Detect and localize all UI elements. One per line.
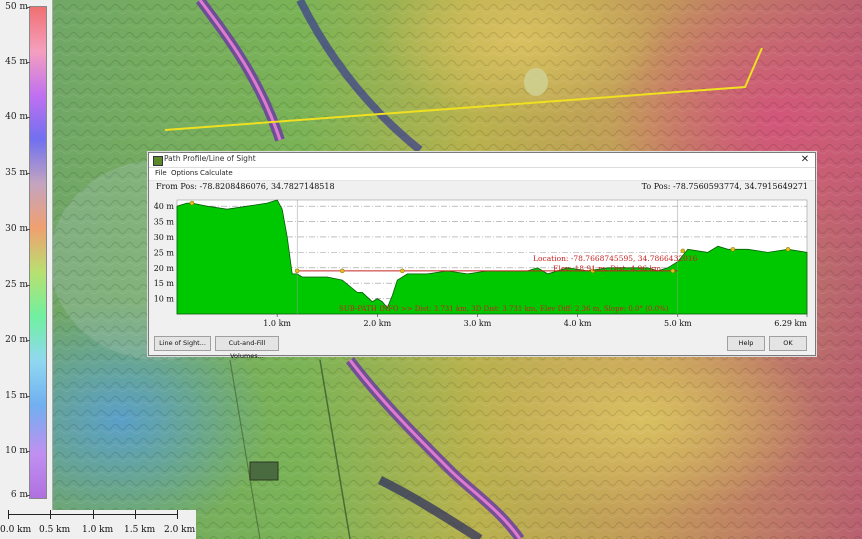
path-vertex-marker[interactable] [294, 268, 300, 274]
y-tick-label: 10 m [154, 295, 175, 304]
legend-label: 35 m [5, 168, 28, 178]
scale-label: 1.5 km [124, 525, 156, 535]
x-tick-label: 2.0 km [363, 319, 391, 328]
elevation-legend: 50 m 45 m 40 m 35 m 30 m 25 m 20 m 15 m … [0, 0, 53, 510]
x-tick-label: 5.0 km [664, 319, 692, 328]
path-vertex-marker[interactable] [340, 268, 345, 274]
legend-label: 6 m [10, 490, 28, 500]
legend-label: 45 m [5, 57, 28, 67]
x-tick-label: 6.29 km [774, 319, 807, 328]
path-vertex-marker[interactable] [730, 247, 736, 252]
menu-options[interactable]: Options [171, 169, 198, 177]
legend-label: 40 m [5, 112, 28, 122]
menu-file[interactable]: File [155, 169, 167, 177]
path-vertex-marker[interactable] [680, 248, 686, 254]
legend-label: 20 m [5, 335, 28, 345]
scale-label: 0.0 km [0, 525, 32, 535]
scale-label: 0.5 km [39, 525, 71, 535]
scale-label: 1.0 km [82, 525, 114, 535]
y-tick-label: 35 m [154, 218, 175, 227]
path-vertex-marker[interactable] [400, 268, 405, 274]
elevation-profile-chart[interactable]: 10 m 15 m 20 m 25 m 30 m 35 m 40 m 1.0 km 2.0 k… [149, 195, 815, 333]
y-tick-label: 20 m [154, 264, 175, 273]
path-vertex-marker[interactable] [785, 247, 791, 252]
window-titlebar[interactable]: Path Profile/Line of Sight ✕ [149, 153, 815, 168]
legend-label: 10 m [5, 446, 28, 456]
subpath-info: SUB-PATH INFO >> Dist: 3.731 km, 3D Dist… [339, 305, 669, 313]
elevation-distance-readout: Elev: 18.91 m, Dist: 4.96 km [553, 264, 661, 273]
location-readout: Location: -78.7668745595, 34.7866432016 [533, 254, 698, 263]
to-position: To Pos: -78.7560593774, 34.7915649271 [641, 182, 808, 191]
legend-label: 30 m [5, 224, 28, 234]
y-tick-label: 25 m [154, 248, 175, 257]
window-title: Path Profile/Line of Sight [164, 154, 256, 163]
x-tick-label: 4.0 km [564, 319, 592, 328]
y-tick-label: 40 m [154, 202, 175, 211]
path-profile-window[interactable]: Path Profile/Line of Sight ✕ File Option… [148, 152, 816, 360]
path-vertex-marker[interactable] [189, 200, 195, 206]
menu-bar: File Options Calculate [149, 168, 815, 181]
y-tick-label: 15 m [154, 279, 175, 288]
close-icon[interactable]: ✕ [798, 153, 812, 166]
line-of-sight-button[interactable]: Line of Sight... [154, 336, 211, 351]
help-button[interactable]: Help [727, 336, 765, 351]
scale-label: 2.0 km [164, 525, 196, 535]
legend-label: 25 m [5, 280, 28, 290]
path-vertex-marker[interactable] [670, 268, 676, 274]
from-position: From Pos: -78.8208486076, 34.7827148518 [156, 182, 335, 191]
x-tick-label: 3.0 km [464, 319, 492, 328]
y-tick-label: 30 m [154, 233, 175, 242]
legend-label: 50 m [5, 2, 28, 12]
cut-fill-volumes-button[interactable]: Cut-and-Fill Volumes... [215, 336, 279, 360]
legend-label: 15 m [5, 391, 28, 401]
x-tick-label: 1.0 km [263, 319, 291, 328]
elevation-color-ramp [29, 6, 47, 499]
ok-button[interactable]: OK [769, 336, 807, 351]
app-icon [153, 156, 163, 166]
menu-calculate[interactable]: Calculate [200, 169, 233, 177]
